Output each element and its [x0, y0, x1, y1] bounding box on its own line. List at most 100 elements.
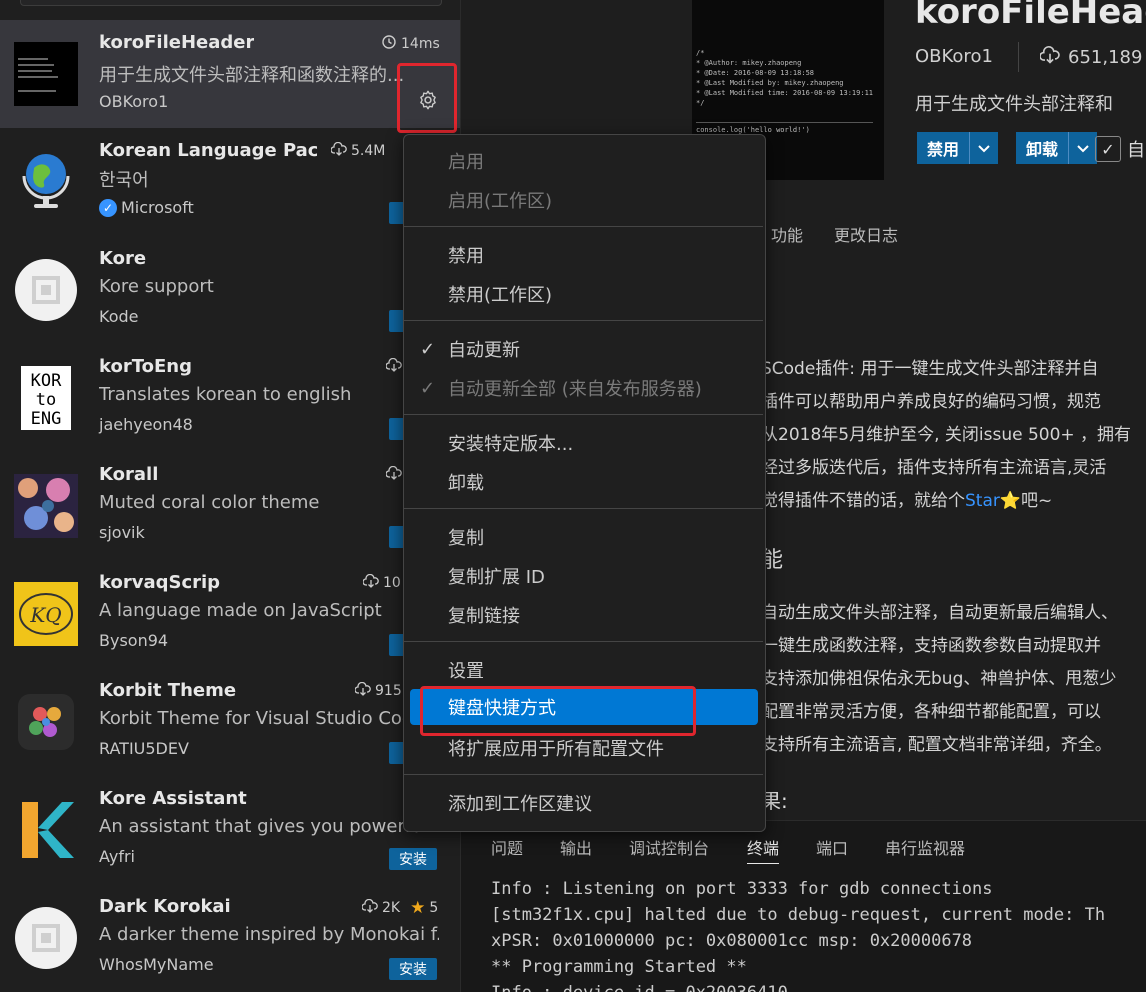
install-button[interactable]: 安装 — [389, 848, 437, 870]
disable-split-button[interactable]: 禁用 — [917, 132, 999, 164]
extension-publisher: Byson94 — [99, 631, 169, 650]
download-cloud-icon — [1039, 46, 1060, 69]
svg-text:to: to — [36, 390, 56, 410]
tab-ports[interactable]: 端口 — [816, 835, 848, 859]
detail-download-count: 651,189 — [1039, 46, 1142, 69]
context-menu: 启用 启用(工作区) 禁用 禁用(工作区) ✓ 自动更新 ✓ 自动更新全部 (来… — [403, 134, 766, 832]
chevron-down-icon[interactable] — [1068, 132, 1097, 164]
extension-item-korean-language-pack[interactable]: Korean Language Pac... 한국어 ✓ Microsoft 5… — [0, 128, 460, 236]
extension-item-korbit-theme[interactable]: Korbit Theme Korbit Theme for Visual Stu… — [0, 668, 460, 776]
extension-name: koroFileHeader — [99, 32, 255, 53]
menu-item-add-to-workspace-recommendations[interactable]: 添加到工作区建议 — [410, 785, 758, 821]
tab-output[interactable]: 输出 — [560, 835, 592, 859]
menu-item-enable[interactable]: 启用 — [410, 143, 758, 179]
tab-problems[interactable]: 问题 — [491, 835, 523, 859]
menu-item-copy-extension-id[interactable]: 复制扩展 ID — [410, 558, 758, 594]
install-button[interactable]: 安装 — [389, 958, 437, 980]
readme-line: 一键生成函数注释，支持函数参数自动提取并 — [761, 636, 1101, 656]
tab-serial-monitor[interactable]: 串行监视器 — [885, 835, 965, 859]
search-input[interactable] — [20, 0, 442, 6]
manage-gear-button[interactable] — [410, 88, 446, 116]
preview-code: /* * @Author: mikey.zhaopeng * @Date: 20… — [696, 49, 874, 134]
menu-item-install-specific-version[interactable]: 安装特定版本... — [410, 425, 758, 461]
readme-line: 经过多版迭代后，插件支持所有主流语言,灵活 — [761, 458, 1107, 478]
tab-features[interactable]: 功能 — [771, 222, 803, 246]
download-cloud-icon — [386, 358, 402, 372]
extension-description: Kore support — [99, 276, 214, 297]
extension-description: Translates korean to english — [99, 384, 352, 405]
menu-item-uninstall[interactable]: 卸载 — [410, 464, 758, 500]
extension-item-dark-korokai[interactable]: Dark Korokai A darker theme inspired by … — [0, 884, 460, 992]
extension-description: 한국어 — [99, 170, 149, 191]
extension-item-korvaqscrip[interactable]: KQ korvaqScrip A language made on JavaSc… — [0, 560, 460, 668]
verified-icon: ✓ — [99, 198, 117, 217]
auto-update-checkbox[interactable]: ✓ — [1095, 136, 1121, 162]
uninstall-split-button[interactable]: 卸载 — [1016, 132, 1098, 164]
extension-publisher: WhosMyName — [99, 955, 214, 974]
kortoeng-logo-icon: KOR to ENG — [21, 366, 71, 430]
extension-name: Kore Assistant — [99, 788, 247, 809]
korall-pattern-icon — [14, 474, 78, 538]
readme-line: 自动生成文件头部注释，自动更新最后编辑人、 — [761, 603, 1118, 623]
menu-item-disable[interactable]: 禁用 — [410, 237, 758, 273]
star-link[interactable]: Star — [965, 491, 1000, 511]
menu-item-copy[interactable]: 复制 — [410, 519, 758, 555]
extension-description: 用于生成文件头部注释和函数注释的... — [99, 65, 405, 86]
extension-publisher: Kode — [99, 307, 139, 326]
detail-publisher[interactable]: OBKoro1 — [915, 46, 993, 67]
download-cloud-icon — [361, 898, 378, 917]
svg-text:ENG: ENG — [31, 409, 62, 429]
extension-name: Dark Korokai — [99, 896, 231, 917]
tab-changelog[interactable]: 更改日志 — [834, 222, 898, 246]
download-cloud-icon — [354, 681, 371, 700]
star-icon: ★ — [410, 898, 426, 918]
checkbox-label: 自 — [1127, 140, 1145, 161]
extension-rating: 5 — [429, 900, 439, 916]
default-extension-icon — [14, 258, 78, 322]
chevron-down-icon[interactable] — [969, 132, 998, 164]
menu-item-disable-workspace[interactable]: 禁用(工作区) — [410, 276, 758, 312]
menu-item-copy-link[interactable]: 复制链接 — [410, 597, 758, 633]
tab-debug-console[interactable]: 调试控制台 — [629, 835, 709, 859]
disable-button-label[interactable]: 禁用 — [917, 136, 969, 160]
menu-item-enable-workspace[interactable]: 启用(工作区) — [410, 182, 758, 218]
download-cloud-icon — [386, 466, 402, 480]
check-icon: ✓ — [420, 338, 436, 360]
extension-name: korToEng — [99, 356, 192, 377]
extension-item-kore[interactable]: Kore Kore support Kode 安 — [0, 236, 460, 344]
extension-publisher: Ayfri — [99, 847, 135, 866]
menu-item-settings[interactable]: 设置 — [410, 652, 758, 688]
readme-line: SCode插件: 用于一键生成文件头部注释并自 — [761, 359, 1099, 379]
bottom-panel: 问题 输出 调试控制台 终端 端口 串行监视器 Info : Listening… — [461, 820, 1146, 992]
menu-separator — [404, 774, 763, 775]
extension-download-count: 2K ★ 5 — [361, 898, 439, 918]
extension-activation-time: 14ms — [381, 34, 440, 54]
download-cloud-icon — [330, 141, 347, 160]
terminal-line: [stm32f1x.cpu] halted due to debug-reque… — [491, 905, 1106, 925]
extension-publisher: RATIU5DEV — [99, 739, 189, 758]
extension-item-kortoeng[interactable]: KOR to ENG korToEng Translates korean to e… — [0, 344, 460, 452]
extension-item-kore-assistant[interactable]: Kore Assistant An assistant that gives y… — [0, 776, 460, 884]
menu-item-keyboard-shortcuts[interactable]: 键盘快捷方式 — [410, 689, 758, 725]
extension-description: Muted coral color theme — [99, 492, 320, 513]
globe-icon — [14, 148, 78, 212]
readme-line: 支持添加佛祖保佑永无bug、神兽护体、甩葱少 — [761, 669, 1117, 689]
default-extension-icon — [14, 906, 78, 970]
uninstall-button-label[interactable]: 卸载 — [1016, 136, 1068, 160]
terminal-line: ** Programming Started ** — [491, 957, 747, 977]
extension-publisher: jaehyeon48 — [99, 415, 193, 434]
svg-text:KQ: KQ — [29, 603, 61, 627]
extension-publisher: sjovik — [99, 523, 145, 542]
tab-terminal[interactable]: 终端 — [747, 835, 780, 864]
menu-item-auto-update[interactable]: ✓ 自动更新 — [410, 331, 758, 367]
menu-item-apply-to-all-profiles[interactable]: 将扩展应用于所有配置文件 — [410, 730, 758, 766]
extension-item-korall[interactable]: Korall Muted coral color theme sjovik 安 — [0, 452, 460, 560]
menu-separator — [404, 320, 763, 321]
extension-name: Korall — [99, 464, 159, 485]
extension-item-korofileheader[interactable]: koroFileHeader 用于生成文件头部注释和函数注释的... OBKor… — [0, 20, 460, 128]
terminal-line: xPSR: 0x01000000 pc: 0x080001cc msp: 0x2… — [491, 931, 973, 951]
extension-download-count: 915 — [354, 681, 402, 700]
kq-logo-icon: KQ — [14, 582, 78, 646]
menu-item-auto-update-all[interactable]: ✓ 自动更新全部 (来自发布服务器) — [410, 370, 758, 406]
extension-description: Korbit Theme for Visual Studio Code — [99, 708, 425, 729]
